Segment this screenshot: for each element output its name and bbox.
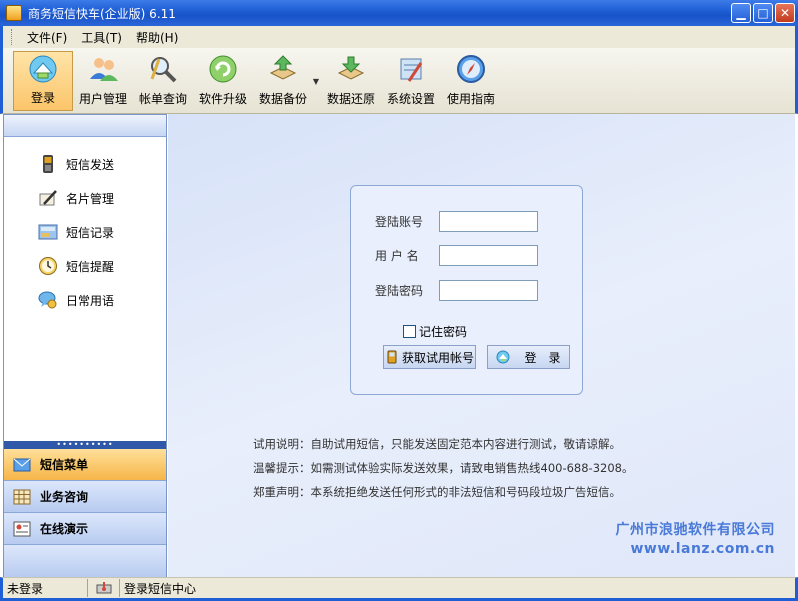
backup-icon [266,52,300,86]
sidebar-item-label: 短信发送 [66,157,115,172]
status-connection-icon [88,579,120,597]
status-center: 登录短信中心 [124,581,197,596]
password-row: 登陆密码 [375,280,538,301]
login-button-label: 登 录 [524,350,561,365]
sidebar-item-cards[interactable]: 名片管理 [4,181,166,215]
mobile-phone-icon [38,154,58,174]
toolbar-backup-button[interactable]: 数据备份 ▼ [253,51,319,111]
note-tip: 温馨提示：如需测试体验实际发送效果，请致电销售热线400-688-3208。 [253,461,634,475]
toolbar-bill-query-label: 帐单查询 [138,92,187,106]
menu-help[interactable]: 帮助(H) [129,29,185,46]
toolbar-restore-button[interactable]: 数据还原 [321,51,381,111]
mobile-phone-icon [385,350,399,364]
password-label: 登陆密码 [375,284,424,298]
remember-password-label: 记住密码 [419,325,468,339]
category-sms-menu[interactable]: 短信菜单 [4,449,166,481]
menu-file[interactable]: 文件(F) [20,29,74,46]
category-online-demo[interactable]: 在线演示 [4,513,166,545]
sidebar-splitter[interactable]: •••••••••• [4,441,166,449]
company-info: 广州市浪驰软件有限公司 www.lanz.com.cn [616,521,776,559]
backup-dropdown-arrow-icon[interactable]: ▼ [313,77,319,86]
content-area: 登陆账号 用 户 名 登陆密码 记住密码 获取试用帐号 登 录 试用说明：自助试… [168,114,795,577]
remember-password-checkbox[interactable] [403,325,416,338]
sidebar-item-phrases[interactable]: 日常用语 [4,283,166,317]
toolbar-restore-label: 数据还原 [326,92,375,106]
toolbar-bill-query-button[interactable]: 帐单查询 [133,51,193,111]
toolbar-guide-button[interactable]: 使用指南 [441,51,501,111]
login-button[interactable]: 登 录 [487,345,570,369]
username-row: 用 户 名 [375,245,538,266]
menu-grip [11,29,14,45]
category-filler [4,545,166,577]
bill-query-icon [146,52,180,86]
account-label: 登陆账号 [375,215,424,229]
users-icon [86,52,120,86]
menu-bar: 文件(F) 工具(T) 帮助(H) [0,26,798,48]
sidebar-list: 短信发送 名片管理 短信记录 短信提醒 日常用语 [4,137,166,317]
pen-card-icon [38,188,58,208]
toolbar-settings-label: 系统设置 [386,92,435,106]
toolbar-settings-button[interactable]: 系统设置 [381,51,441,111]
sidebar-categories: •••••••••• 短信菜单 业务咨询 在线演示 [4,441,166,577]
toolbar-users-label: 用户管理 [78,92,127,106]
note-statement: 郑重声明：本系统拒绝发送任何形式的非法短信和号码段垃圾广告短信。 [253,485,621,499]
records-icon [38,222,58,242]
toolbar-login-label: 登录 [30,91,55,105]
username-label: 用 户 名 [375,249,419,263]
restore-icon [334,52,368,86]
category-label: 在线演示 [40,522,89,536]
sidebar: 短信发送 名片管理 短信记录 短信提醒 日常用语 •••••••••• 短信菜单… [3,114,167,577]
settings-icon [394,52,428,86]
menu-tools[interactable]: 工具(T) [74,29,129,46]
toolbar-backup-label: 数据备份 [258,92,307,106]
get-trial-account-label: 获取试用帐号 [401,350,474,365]
company-url[interactable]: www.lanz.com.cn [616,540,776,559]
toolbar-upgrade-button[interactable]: 软件升级 [193,51,253,111]
status-bar: 未登录 登录短信中心 [0,577,798,601]
toolbar-upgrade-label: 软件升级 [198,92,247,106]
login-panel: 登陆账号 用 户 名 登陆密码 记住密码 获取试用帐号 登 录 [350,185,583,395]
grid-icon [12,488,32,506]
minimize-button[interactable]: ▁ [731,3,751,23]
note-trial: 试用说明：自助试用短信，只能发送固定范本内容进行测试，敬请谅解。 [253,437,621,451]
sidebar-item-reminder[interactable]: 短信提醒 [4,249,166,283]
toolbar-users-button[interactable]: 用户管理 [73,51,133,111]
sidebar-item-label: 短信提醒 [66,259,115,274]
category-label: 业务咨询 [40,490,89,504]
company-name: 广州市浪驰软件有限公司 [615,522,775,538]
username-input[interactable] [439,245,538,266]
sidebar-item-records[interactable]: 短信记录 [4,215,166,249]
close-button[interactable]: ✕ [775,3,795,23]
sidebar-item-label: 短信记录 [66,225,115,240]
sidebar-item-label: 名片管理 [66,191,115,206]
status-login-state: 未登录 [3,579,88,597]
login-small-icon [496,350,510,364]
category-business-consult[interactable]: 业务咨询 [4,481,166,513]
window-title: 商务短信快车(企业版) 6.11 [28,6,176,21]
sidebar-header [4,115,166,137]
maximize-button[interactable]: □ [753,3,773,23]
upgrade-icon [206,52,240,86]
account-row: 登陆账号 [375,211,538,232]
get-trial-account-button[interactable]: 获取试用帐号 [383,345,476,369]
sidebar-item-label: 日常用语 [66,293,115,308]
toolbar-guide-label: 使用指南 [446,92,495,106]
app-icon [6,5,22,21]
clock-icon [38,256,58,276]
demo-icon [12,520,32,538]
chat-bubble-icon [38,290,58,310]
title-bar: 商务短信快车(企业版) 6.11 ▁ □ ✕ [0,0,798,26]
category-label: 短信菜单 [40,458,89,472]
guide-icon [454,52,488,86]
notes: 试用说明：自助试用短信，只能发送固定范本内容进行测试，敬请谅解。 温馨提示：如需… [253,432,633,504]
remember-password[interactable]: 记住密码 [403,323,467,340]
toolbar-login-button[interactable]: 登录 [13,51,73,111]
toolbar: 登录 用户管理 帐单查询 软件升级 数据备份 ▼ 数据还原 系统设置 使用指南 [0,48,798,114]
password-input[interactable] [439,280,538,301]
sidebar-item-send-sms[interactable]: 短信发送 [4,147,166,181]
sms-menu-icon [12,456,32,474]
account-input[interactable] [439,211,538,232]
login-icon [26,52,60,85]
